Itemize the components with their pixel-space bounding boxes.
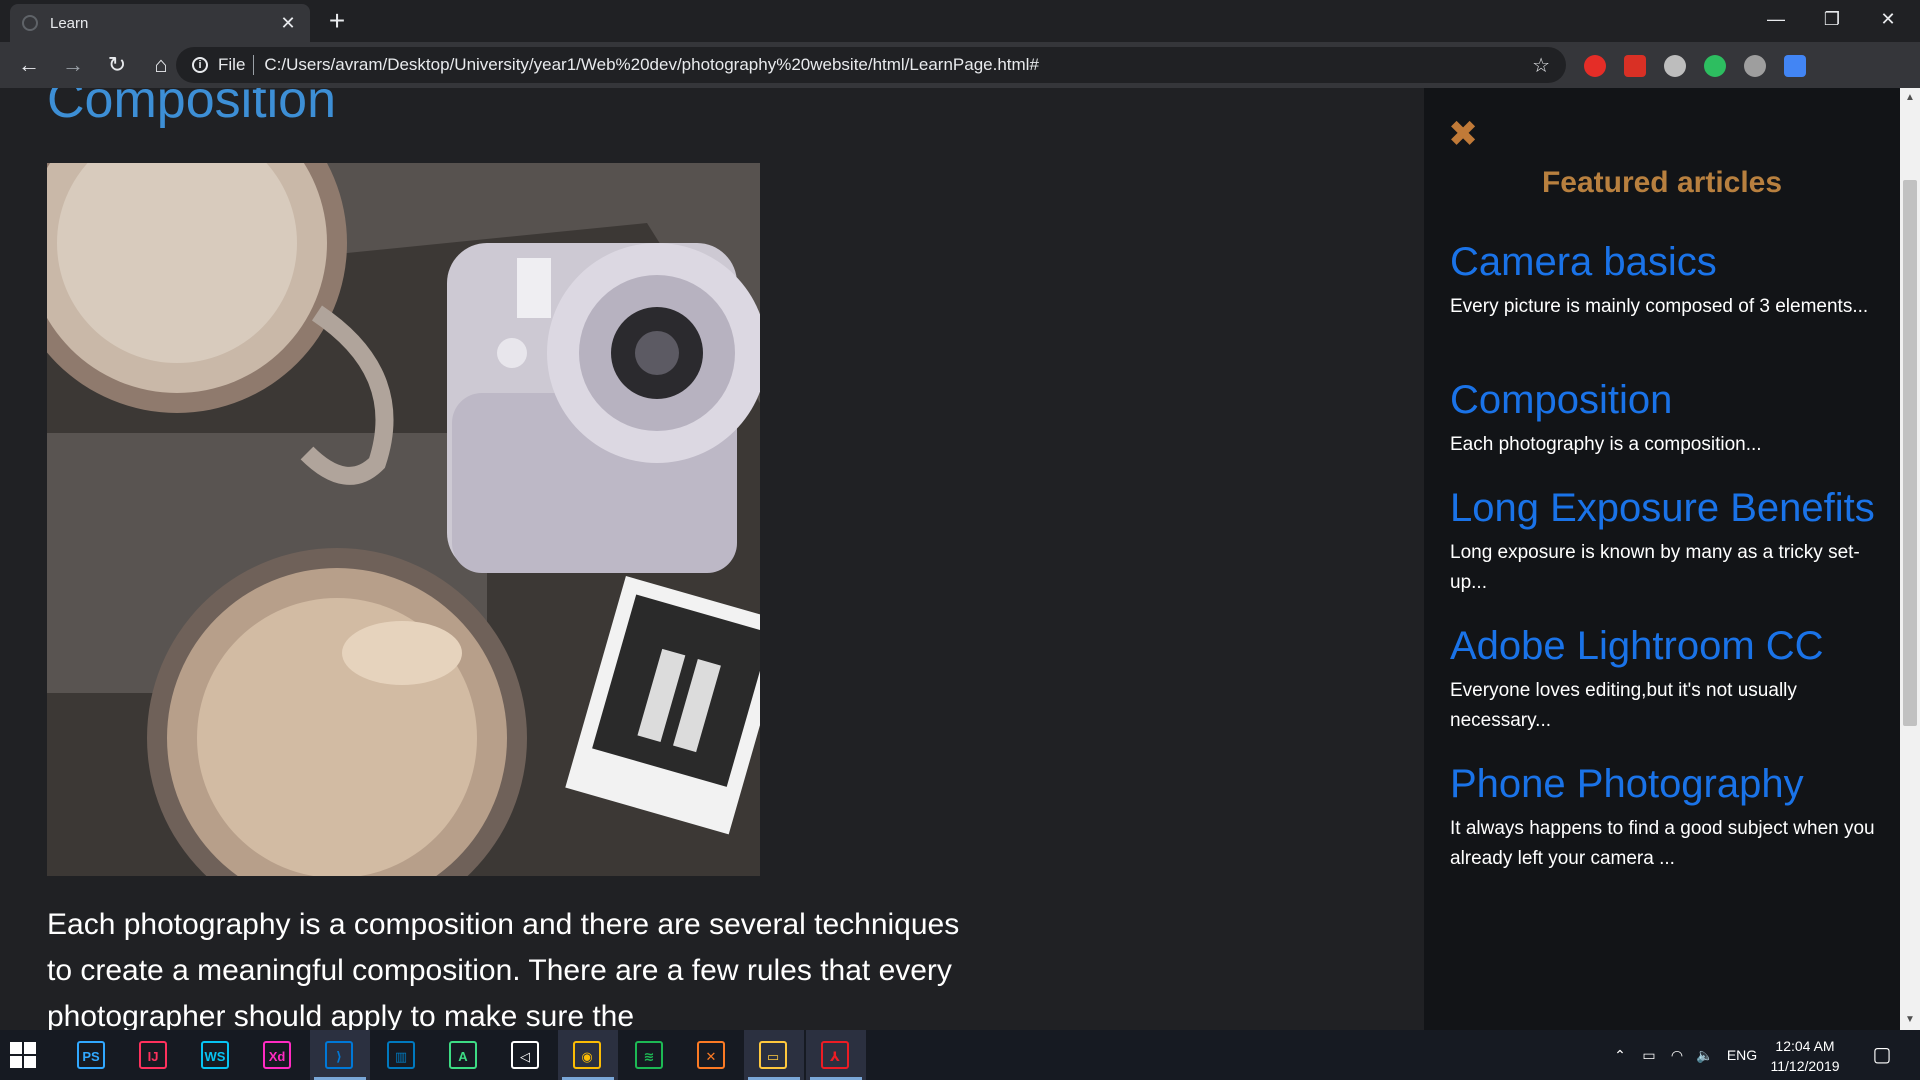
featured-article-excerpt: Each photography is a composition... [1450,434,1762,455]
minimize-button[interactable]: — [1748,0,1804,38]
taskbar-app-trello[interactable]: ▥ [372,1030,432,1080]
show-hidden-icons-chevron-icon[interactable]: ⌃ [1608,1030,1632,1080]
featured-article-excerpt: It always happens to find a good subject… [1450,818,1875,869]
clock-date: 11/12/2019 [1770,1058,1840,1074]
adobe-xd-icon: Xd [263,1041,291,1069]
battery-icon[interactable]: ▭ [1636,1030,1662,1080]
vscode-icon: ⟩ [325,1041,353,1069]
taskbar-app-spotify[interactable]: ≋ [620,1030,680,1080]
featured-article-link[interactable]: Long Exposure Benefits [1450,482,1890,534]
featured-article-phone-photography: Phone Photography It always happens to f… [1450,758,1890,874]
trello-icon: ▥ [387,1041,415,1069]
scroll-down-arrow-icon[interactable]: ▼ [1900,1010,1920,1030]
sidebar-heading: Featured articles [1541,166,1783,199]
browser-titlebar: Learn ✕ + — ❐ ✕ [0,0,1920,42]
taskbar-app-unity[interactable]: ◁ [496,1030,556,1080]
action-center-icon[interactable]: ▢ [1864,1030,1900,1080]
android-studio-icon: A [449,1041,477,1069]
scheme-label: File [218,55,246,74]
article-body-text: Each photography is a composition and th… [47,908,960,1030]
extension-evernote-icon[interactable] [1704,55,1726,77]
site-info-icon[interactable]: i [192,57,208,73]
url-text[interactable]: C:/Users/avram/Desktop/University/year1/… [264,55,1532,75]
windows-start-icon[interactable] [10,1042,36,1068]
close-window-button[interactable]: ✕ [1860,0,1916,38]
taskbar-app-acrobat[interactable]: ⅄ [806,1030,866,1080]
taskbar-app-intellij[interactable]: IJ [124,1030,184,1080]
taskbar-app-xampp[interactable]: ✕ [682,1030,742,1080]
new-tab-button[interactable]: + [322,6,352,36]
taskbar-app-android-studio[interactable]: A [434,1030,494,1080]
extension-gear-icon[interactable] [1744,55,1766,77]
taskbar-app-photoshop[interactable]: PS [62,1030,122,1080]
coffee-camera-photo-illustration [47,163,760,876]
page-scrollbar[interactable]: ▲ ▼ [1900,88,1920,1030]
taskbar-app-adobe-xd[interactable]: Xd [248,1030,308,1080]
forward-arrow-icon[interactable]: → [54,46,92,84]
featured-article-long-exposure: Long Exposure Benefits Long exposure is … [1450,482,1890,598]
reload-icon[interactable]: ↻ [98,46,136,84]
input-language-indicator[interactable]: ENG [1722,1030,1762,1080]
extension-translate-icon[interactable] [1784,55,1806,77]
back-arrow-icon[interactable]: ← [10,46,48,84]
featured-article-lightroom: Adobe Lightroom CC Everyone loves editin… [1450,620,1890,736]
taskbar-clock[interactable]: 12:04 AM 11/12/2019 [1760,1036,1850,1076]
featured-article-link[interactable]: Camera basics [1450,236,1890,288]
featured-article-composition: Composition Each photography is a compos… [1450,374,1890,460]
home-icon[interactable]: ⌂ [142,46,180,84]
address-bar[interactable]: i File C:/Users/avram/Desktop/University… [176,47,1566,83]
bookmark-star-icon[interactable]: ☆ [1532,53,1550,78]
restore-button[interactable]: ❐ [1804,0,1860,38]
scroll-up-arrow-icon[interactable]: ▲ [1900,88,1920,108]
page-favicon-icon [22,15,38,31]
scrollbar-thumb[interactable] [1903,180,1917,726]
xampp-icon: ✕ [697,1041,725,1069]
extension-circle-icon[interactable] [1664,55,1686,77]
unity-icon: ◁ [511,1041,539,1069]
featured-article-excerpt: Long exposure is known by many as a tric… [1450,542,1860,593]
browser-tab-learn[interactable]: Learn ✕ [10,4,310,42]
taskbar-app-chrome[interactable]: ◉ [558,1030,618,1080]
chrome-icon: ◉ [573,1041,601,1069]
taskbar-app-webstorm[interactable]: WS [186,1030,246,1080]
extension-lastpass-icon[interactable] [1624,55,1646,77]
webstorm-icon: WS [201,1041,229,1069]
taskbar-app-file-explorer[interactable]: ▭ [744,1030,804,1080]
tab-close-icon[interactable]: ✕ [278,13,298,34]
spotify-icon: ≋ [635,1041,663,1069]
featured-article-link[interactable]: Composition [1450,374,1890,426]
browser-toolbar: ← → ↻ ⌂ i File C:/Users/avram/Desktop/Un… [0,42,1920,119]
featured-articles-sidebar: ✖ Featured articles Camera basics Every … [1424,88,1900,1030]
clock-time: 12:04 AM [1775,1038,1835,1054]
composition-photo [47,163,760,876]
acrobat-icon: ⅄ [821,1041,849,1069]
photoshop-icon: PS [77,1041,105,1069]
extension-red-drop-icon[interactable] [1584,55,1606,77]
tab-title: Learn [50,14,89,32]
page-viewport: Composition Each photography is a compos… [0,88,1900,1030]
featured-article-excerpt: Everyone loves editing,but it's not usua… [1450,680,1797,731]
file-explorer-icon: ▭ [759,1041,787,1069]
close-sidebar-icon[interactable]: ✖ [1448,116,1478,152]
wifi-icon[interactable]: ◠ [1664,1030,1690,1080]
taskbar-app-vscode[interactable]: ⟩ [310,1030,370,1080]
volume-icon[interactable]: 🔈 [1692,1030,1718,1080]
intellij-icon: IJ [139,1041,167,1069]
omnibox-divider [253,55,255,75]
featured-article-camera-basics: Camera basics Every picture is mainly co… [1450,236,1890,322]
featured-article-link[interactable]: Phone Photography [1450,758,1890,810]
featured-article-excerpt: Every picture is mainly composed of 3 el… [1450,296,1869,317]
windows-taskbar: PS IJ WS Xd ⟩ ▥ A ◁ ◉ ≋ ✕ ▭ ⅄ ⌃ ▭ ◠ 🔈 ENG 12:04 AM 1… [0,1030,1920,1080]
article-title: Composition [47,88,337,129]
featured-article-link[interactable]: Adobe Lightroom CC [1450,620,1890,672]
